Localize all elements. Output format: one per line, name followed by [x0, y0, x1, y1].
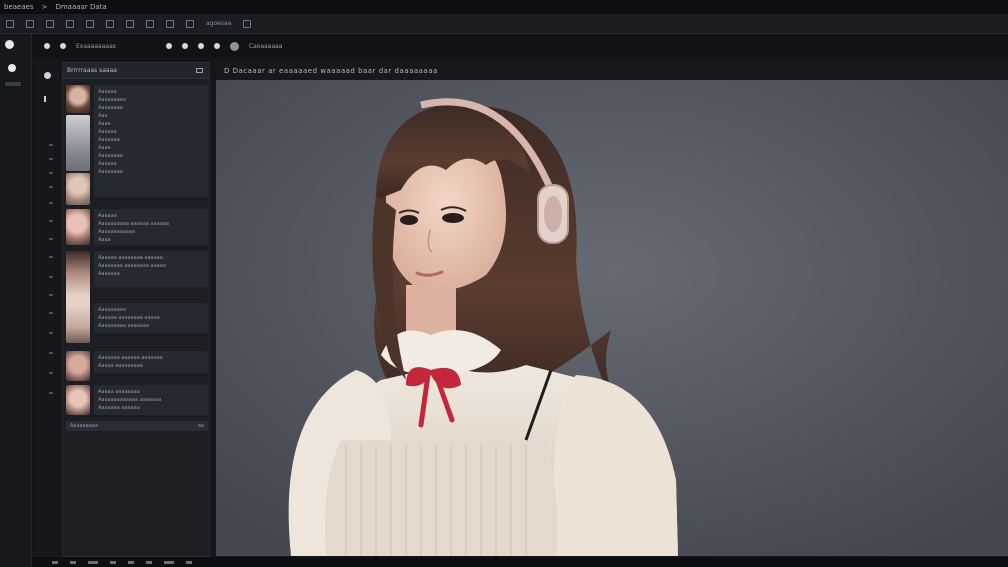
download-icon[interactable]	[186, 560, 192, 564]
ruler-tick	[49, 312, 53, 314]
history-item[interactable]: Aaaaaaaaa Aaaaaa aaaaaaaa aaaaa Aaaaaaaaa …	[66, 303, 208, 347]
info-icon[interactable]	[146, 560, 152, 564]
main-toolbar: agoesaa	[0, 14, 1008, 34]
ruler-tick	[49, 352, 53, 354]
ruler-tick	[49, 220, 53, 222]
compare-icon[interactable]	[128, 560, 134, 564]
history-meta: Aaaaa aaaaaaaa Aaaaaaaaaaaaa aaaaaaa Aaaaa…	[94, 385, 208, 415]
canvas-header: D Dacaaar ar eaaaaaed waaaaad baar dar d…	[216, 62, 1008, 80]
ruler-tick	[49, 392, 53, 394]
status-bar	[32, 557, 1008, 567]
heart-icon[interactable]	[181, 43, 188, 49]
history-thumbnail	[66, 251, 90, 307]
adjust-icon[interactable]	[166, 19, 174, 28]
ruler-tick	[49, 144, 53, 146]
ruler-tick	[49, 256, 53, 258]
workspace-title: Exaaaaaaaas	[76, 42, 116, 50]
home-icon[interactable]	[5, 40, 14, 49]
scroll-marker	[44, 96, 46, 102]
history-footer-label: Aaaaaaaaa	[70, 423, 98, 429]
ruler-tick	[49, 202, 53, 204]
settings-icon[interactable]	[243, 19, 252, 28]
profile-icon[interactable]	[8, 64, 16, 72]
rail-indicator	[5, 82, 21, 86]
ruler-tick	[49, 238, 53, 240]
panel-rail	[38, 62, 58, 562]
transform-icon[interactable]	[106, 19, 114, 28]
history-footer-count: aa	[197, 423, 204, 429]
history-item[interactable]: Aaaaaaa aaaaaa aaaaaaa Aaaaa aaaaaaaaa	[66, 351, 208, 381]
history-item[interactable]: Aaaaaa Aaaaaaaaa Aaaaaaaa Aaa Aaaa Aaaaaa Aaaa…	[66, 85, 208, 205]
ruler-tick	[49, 372, 53, 374]
ruler-tick	[49, 158, 53, 160]
history-panel: Brrrrraaas saaaa Aaaaaa Aaaaaaaaa Aaaaaaaa…	[62, 62, 210, 557]
zoom-out-icon[interactable]	[52, 560, 58, 564]
history-item[interactable]: Aaaaaa Aaaaaaaaaa aaaaaa aaaaaa Aaaaaaaaaa…	[66, 209, 208, 247]
app-title: beaeaes	[4, 3, 34, 11]
layers-icon[interactable]	[66, 19, 74, 28]
ruler-tick	[49, 332, 53, 334]
history-title: Brrrrraaas saaaa	[67, 67, 117, 74]
filter-icon[interactable]	[146, 19, 154, 28]
expand-icon[interactable]	[196, 68, 203, 73]
history-meta: Aaaaaa Aaaaaaaaa Aaaaaaaa Aaa Aaaa Aaaaaa Aaaa…	[94, 85, 208, 197]
history-thumbnail	[66, 173, 90, 205]
canvas-caption: D Dacaaar ar eaaaaaed waaaaad baar dar d…	[224, 67, 438, 75]
document-title: Dmaaaar Data	[55, 3, 107, 11]
status-icon	[229, 41, 239, 51]
history-item[interactable]: Aaaaaa aaaaaaaa aaaaaa Aaaaaaaa aaaaaaaa …	[66, 251, 208, 307]
link-icon[interactable]	[165, 43, 172, 49]
breadcrumb-separator: >	[41, 3, 48, 11]
grid-icon[interactable]	[46, 19, 54, 28]
ruler-tick	[49, 186, 53, 188]
history-meta: Aaaaaa Aaaaaaaaaa aaaaaa aaaaaa Aaaaaaaaaa…	[94, 209, 208, 245]
workspace-icon[interactable]	[60, 43, 66, 49]
history-item[interactable]: Aaaaa aaaaaaaa Aaaaaaaaaaaaa aaaaaaa Aaaaa…	[66, 385, 208, 417]
zoom-in-icon[interactable]	[70, 560, 76, 564]
status-text: Caoaaaaaa	[248, 42, 283, 50]
history-thumbnail	[66, 303, 90, 343]
history-thumbnail	[66, 351, 90, 381]
title-bar: beaeaes > Dmaaaar Data	[0, 0, 1008, 14]
history-footer: Aaaaaaaaa aa	[66, 421, 208, 431]
history-meta: Aaaaaa aaaaaaaa aaaaaa Aaaaaaaa aaaaaaaa …	[94, 251, 208, 287]
view-mode-icon[interactable]	[164, 560, 174, 564]
save-icon[interactable]	[26, 19, 34, 28]
left-rail	[0, 34, 32, 567]
ruler-tick	[49, 276, 53, 278]
ruler-tick	[49, 172, 53, 174]
generated-portrait	[216, 80, 1008, 556]
history-header: Brrrrraaas saaaa	[63, 63, 209, 79]
history-icon[interactable]	[186, 19, 194, 28]
crop-icon[interactable]	[86, 19, 94, 28]
brush-icon[interactable]	[126, 19, 134, 28]
share-icon[interactable]	[213, 43, 220, 49]
ruler-tick	[49, 294, 53, 296]
history-meta: Aaaaaaa aaaaaa aaaaaaa Aaaaa aaaaaaaaa	[94, 351, 208, 373]
history-meta: Aaaaaaaaa Aaaaaa aaaaaaaa aaaaa Aaaaaaaaa …	[94, 303, 208, 333]
add-icon[interactable]	[44, 43, 50, 49]
panel-toggle-icon[interactable]	[44, 72, 51, 79]
grid-toggle-icon[interactable]	[110, 560, 116, 564]
toolbar-label: agoesaa	[206, 20, 232, 27]
history-thumbnail	[66, 209, 90, 245]
history-thumbnail	[66, 85, 90, 113]
fit-icon[interactable]	[88, 560, 98, 564]
star-icon[interactable]	[197, 43, 204, 49]
image-canvas[interactable]	[216, 80, 1008, 556]
history-thumbnail	[66, 115, 90, 171]
file-icon[interactable]	[6, 19, 14, 28]
history-thumbnail	[66, 385, 90, 415]
sub-header: Exaaaaaaaas Caoaaaaaa	[32, 34, 1008, 58]
